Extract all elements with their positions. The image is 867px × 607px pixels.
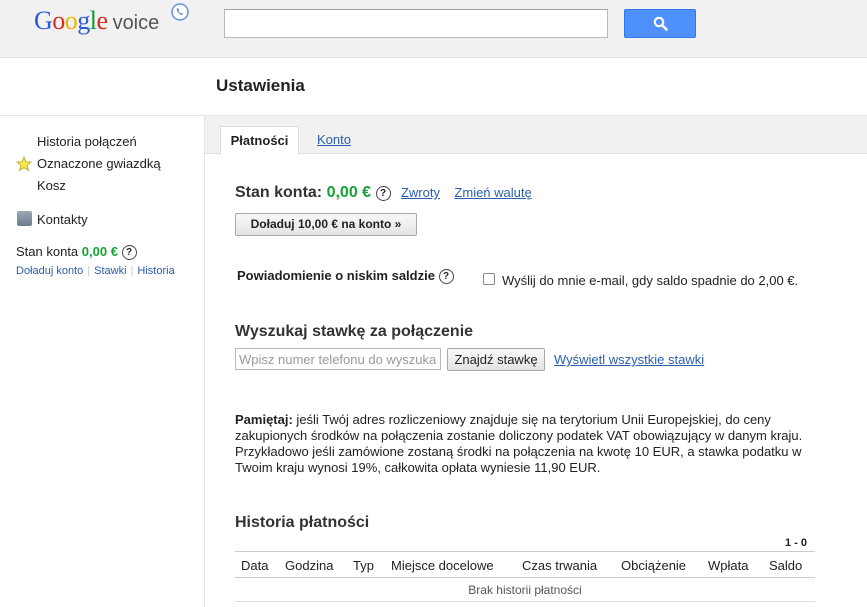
sidebar-links: Doładuj konto | Stawki | Historia [16,265,175,277]
vat-note: Pamiętaj: jeśli Twój adres rozliczeniowy… [235,412,825,476]
payment-history-heading: Historia płatności [235,514,370,531]
note-text: jeśli Twój adres rozliczeniowy znajduje … [235,412,803,475]
column-header[interactable]: Obciążenie [621,558,686,573]
logo-letter: g [77,6,90,35]
balance-label: Stan konta: [235,184,323,201]
column-header[interactable]: Saldo [769,558,802,573]
history-link[interactable]: Historia [137,265,174,277]
logo-letter: e [96,6,109,35]
star-icon [16,156,32,172]
rates-link[interactable]: Stawki [94,265,126,277]
help-icon[interactable]: ? [375,186,391,201]
topup-link[interactable]: Doładuj konto [16,265,83,277]
top-bar: Google voice [0,0,867,58]
payment-history-table: Data Godzina Typ Miejsce docelowe Czas t… [235,551,815,602]
search-button[interactable] [624,9,696,38]
divider [204,116,205,607]
logo-product-name: voice [112,12,160,34]
sidebar-item-history[interactable]: Historia połączeń [37,134,137,149]
column-header[interactable]: Czas trwania [522,558,597,573]
help-icon[interactable]: ? [438,269,454,284]
table-header: Data Godzina Typ Miejsce docelowe Czas t… [235,552,815,578]
note-label: Pamiętaj: [235,412,293,427]
sidebar-item-starred[interactable]: Oznaczone gwiazdką [37,156,161,171]
low-balance-text: Powiadomienie o niskim saldzie [237,268,435,283]
find-rate-button[interactable]: Znajdź stawkę [447,348,545,371]
rate-search-heading: Wyszukaj stawkę za połączenie [235,323,474,340]
column-header[interactable]: Miejsce docelowe [391,558,494,573]
tab-bar [205,116,867,154]
column-header[interactable]: Typ [353,558,374,573]
search-icon [653,16,668,31]
change-currency-link[interactable]: Zmień walutę [454,185,531,200]
logo-letter: G [34,6,53,35]
sidebar: Historia połączeń Oznaczone gwiazdką Kos… [0,116,204,607]
low-balance-checkbox-label[interactable]: Wyślij do mnie e-mail, gdy saldo spadnie… [502,273,798,288]
phone-number-input[interactable] [235,348,441,370]
sidebar-balance-label: Stan konta [16,244,79,259]
result-count: 1 - 0 [785,537,808,549]
separator: | [130,265,134,277]
contacts-icon [17,211,32,226]
page-title: Ustawienia [216,76,305,95]
column-header[interactable]: Godzina [285,558,333,573]
table-empty-message: Brak historii płatności [235,578,815,602]
search-input[interactable] [224,9,608,38]
tab-payments[interactable]: Płatności [220,126,299,155]
topup-button[interactable]: Doładuj 10,00 € na konto » [235,213,417,236]
sidebar-item-trash[interactable]: Kosz [37,178,66,193]
sidebar-balance: Stan konta 0,00 € ? [16,244,137,260]
phone-bubble-icon [171,3,189,21]
refunds-link[interactable]: Zwroty [401,185,440,200]
sidebar-balance-value: 0,00 € [81,244,118,259]
low-balance-checkbox[interactable] [483,273,495,285]
all-rates-link[interactable]: Wyświetl wszystkie stawki [554,352,704,367]
logo-letter: o [52,6,65,35]
sidebar-item-contacts[interactable]: Kontakty [37,212,88,227]
tab-account[interactable]: Konto [317,132,351,147]
google-voice-logo[interactable]: Google voice [34,6,159,36]
separator: | [87,265,91,277]
column-header[interactable]: Wpłata [708,558,748,573]
low-balance-label: Powiadomienie o niskim saldzie ? [237,268,454,284]
logo-letter: l [89,6,97,35]
column-header[interactable]: Data [241,558,268,573]
balance-value: 0,00 € [326,184,372,201]
account-balance: Stan konta: 0,00 € ? Zwroty Zmień walutę [235,184,532,202]
help-icon[interactable]: ? [121,245,137,260]
logo-letter: o [64,6,78,35]
